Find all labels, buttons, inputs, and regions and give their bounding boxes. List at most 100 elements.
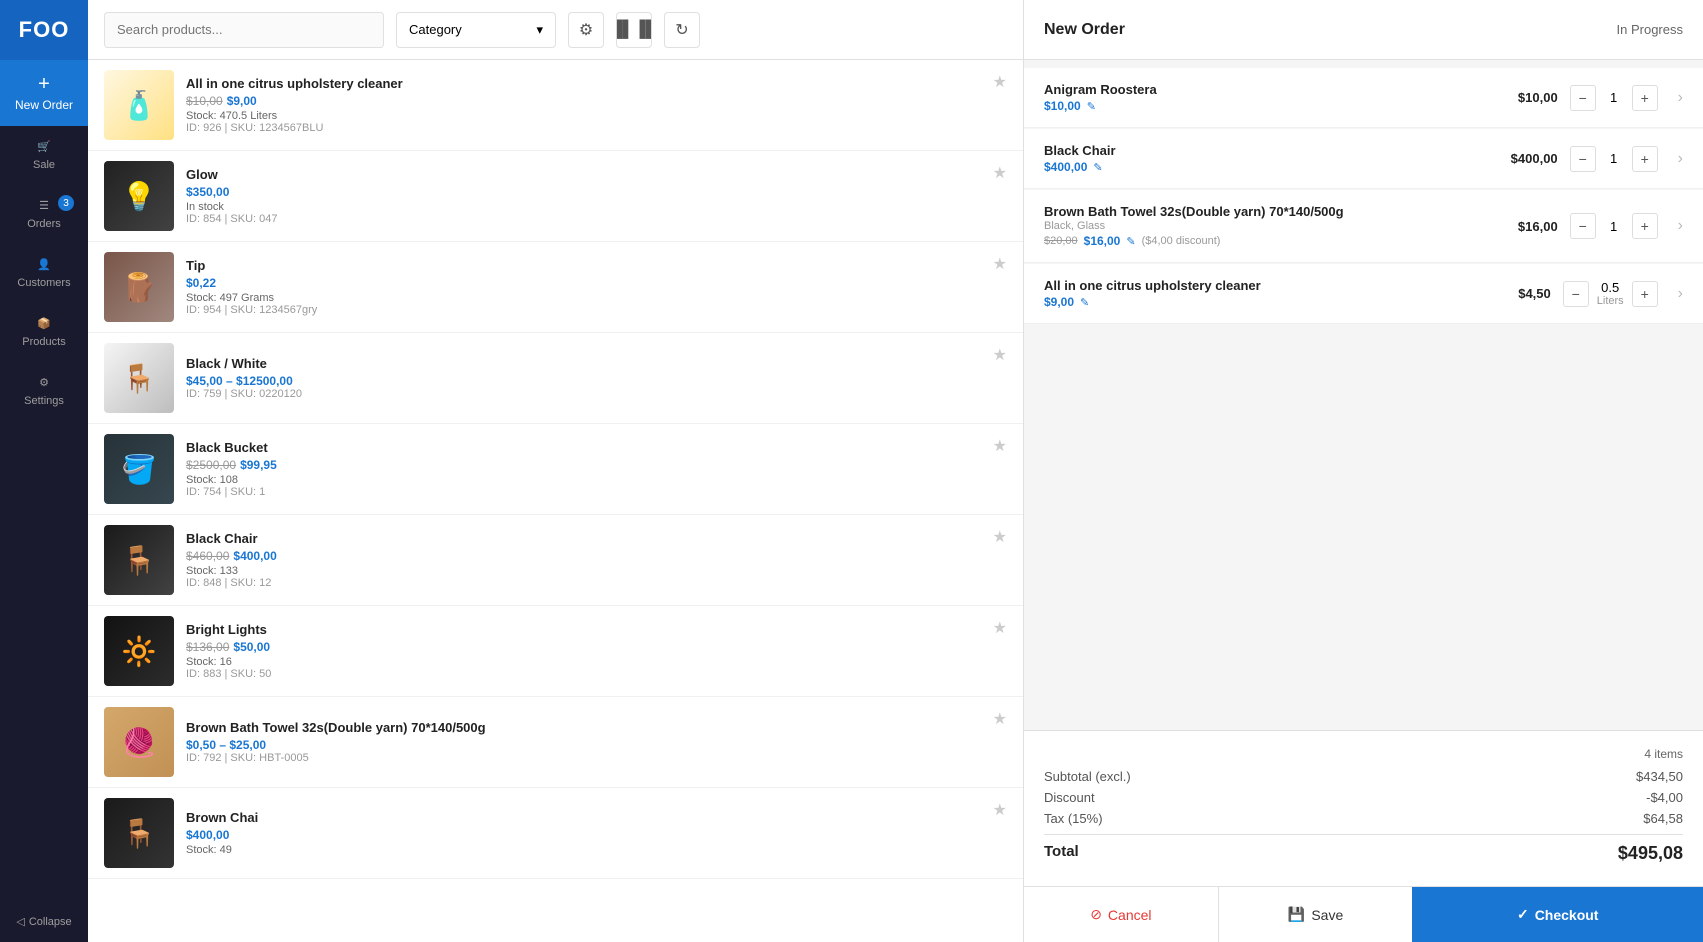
- product-thumbnail: 🪑: [104, 798, 174, 868]
- edit-price-icon[interactable]: ✎: [1093, 161, 1102, 174]
- product-name: Black Chair: [186, 531, 1007, 546]
- product-price-old: $460,00: [186, 549, 229, 563]
- product-price-new: $45,00 – $12500,00: [186, 374, 293, 388]
- order-items: Anigram Roostera$10,00✎$10,00−1+›Black C…: [1024, 60, 1703, 730]
- product-favorite-icon[interactable]: ★: [993, 618, 1007, 638]
- qty-increase-button[interactable]: +: [1632, 85, 1658, 111]
- product-thumbnail: 🪣: [104, 434, 174, 504]
- product-info: Brown Chai$400,00Stock: 49: [186, 810, 1007, 856]
- subtotal-value: $434,50: [1636, 769, 1683, 784]
- edit-price-icon[interactable]: ✎: [1080, 296, 1089, 309]
- checkout-button[interactable]: ✓ Checkout: [1412, 887, 1703, 942]
- product-price: $45,00 – $12500,00: [186, 373, 1007, 388]
- product-id-sku: ID: 883 | SKU: 50: [186, 668, 1007, 680]
- qty-increase-button[interactable]: +: [1632, 281, 1658, 307]
- qty-decrease-button[interactable]: −: [1563, 281, 1589, 307]
- order-footer: ⊘ Cancel 💾 Save ✓ Checkout: [1024, 886, 1703, 942]
- product-info: Black / White$45,00 – $12500,00ID: 759 |…: [186, 356, 1007, 400]
- product-favorite-icon[interactable]: ★: [993, 527, 1007, 547]
- save-button[interactable]: 💾 Save: [1219, 887, 1413, 942]
- product-info: All in one citrus upholstery cleaner$10,…: [186, 76, 1007, 134]
- category-select[interactable]: Category ▾: [396, 12, 556, 48]
- product-favorite-icon[interactable]: ★: [993, 709, 1007, 729]
- qty-decrease-button[interactable]: −: [1570, 85, 1596, 111]
- order-item-expand-icon[interactable]: ›: [1678, 285, 1683, 303]
- barcode-icon: ▐▌▐▌: [611, 21, 656, 39]
- search-input[interactable]: [104, 12, 384, 48]
- product-price-new: $50,00: [233, 640, 270, 654]
- product-item[interactable]: 🪑 Brown Chai$400,00Stock: 49★: [88, 788, 1023, 879]
- new-order-button[interactable]: + New Order: [0, 60, 88, 126]
- sidebar-label-products: Products: [22, 336, 65, 348]
- product-price-new: $400,00: [186, 828, 229, 842]
- product-item[interactable]: 🧴All in one citrus upholstery cleaner$10…: [88, 60, 1023, 151]
- refresh-button[interactable]: ↻: [664, 12, 700, 48]
- product-favorite-icon[interactable]: ★: [993, 800, 1007, 820]
- order-item-expand-icon[interactable]: ›: [1678, 89, 1683, 107]
- edit-price-icon[interactable]: ✎: [1126, 235, 1135, 248]
- product-item[interactable]: 🪣Black Bucket$2500,00$99,95Stock: 108ID:…: [88, 424, 1023, 515]
- product-favorite-icon[interactable]: ★: [993, 163, 1007, 183]
- product-price: $0,22: [186, 275, 1007, 290]
- product-favorite-icon[interactable]: ★: [993, 436, 1007, 456]
- subtotal-row: Subtotal (excl.) $434,50: [1044, 769, 1683, 784]
- sidebar-item-products[interactable]: 📦 Products: [0, 303, 88, 362]
- order-item-total: $400,00: [1488, 151, 1558, 166]
- filter-button[interactable]: ⚙: [568, 12, 604, 48]
- product-stock: In stock: [186, 201, 1007, 213]
- qty-control: −1+: [1570, 85, 1658, 111]
- qty-value: 1: [1604, 219, 1624, 234]
- product-info: Black Bucket$2500,00$99,95Stock: 108ID: …: [186, 440, 1007, 498]
- edit-price-icon[interactable]: ✎: [1087, 100, 1096, 113]
- qty-decrease-button[interactable]: −: [1570, 146, 1596, 172]
- product-name: Brown Bath Towel 32s(Double yarn) 70*140…: [186, 720, 1007, 735]
- sidebar-item-sale[interactable]: 🛒 Sale: [0, 126, 88, 185]
- collapse-button[interactable]: ◁ Collapse: [16, 901, 71, 942]
- product-id-sku: ID: 792 | SKU: HBT-0005: [186, 752, 1007, 764]
- qty-decrease-button[interactable]: −: [1570, 213, 1596, 239]
- orders-icon: ☰: [39, 199, 49, 212]
- order-item-price-line: $20,00$16,00✎($4,00 discount): [1044, 234, 1476, 248]
- product-favorite-icon[interactable]: ★: [993, 72, 1007, 92]
- subtotal-label: Subtotal (excl.): [1044, 769, 1131, 784]
- product-item[interactable]: 🪵Tip$0,22Stock: 497 GramsID: 954 | SKU: …: [88, 242, 1023, 333]
- app-logo: FOO: [0, 0, 88, 60]
- qty-value: 0.5Liters: [1597, 280, 1624, 307]
- order-panel-status: In Progress: [1617, 22, 1683, 37]
- topbar: Category ▾ ⚙ ▐▌▐▌ ↻: [88, 0, 1023, 60]
- product-thumbnail: 🧶: [104, 707, 174, 777]
- order-item-expand-icon[interactable]: ›: [1678, 217, 1683, 235]
- product-item[interactable]: 💡Glow$350,00In stockID: 854 | SKU: 047★: [88, 151, 1023, 242]
- order-panel-title: New Order: [1044, 21, 1125, 39]
- product-favorite-icon[interactable]: ★: [993, 254, 1007, 274]
- product-item[interactable]: 🔆Bright Lights$136,00$50,00Stock: 16ID: …: [88, 606, 1023, 697]
- order-item: All in one citrus upholstery cleaner$9,0…: [1024, 264, 1703, 324]
- product-price: $2500,00$99,95: [186, 457, 1007, 472]
- order-item-expand-icon[interactable]: ›: [1678, 150, 1683, 168]
- sidebar-item-settings[interactable]: ⚙ Settings: [0, 362, 88, 421]
- product-price-old: $136,00: [186, 640, 229, 654]
- barcode-button[interactable]: ▐▌▐▌: [616, 12, 652, 48]
- product-item[interactable]: 🪑Black / White$45,00 – $12500,00ID: 759 …: [88, 333, 1023, 424]
- product-item[interactable]: 🧶 Brown Bath Towel 32s(Double yarn) 70*14…: [88, 697, 1023, 788]
- total-label: Total: [1044, 843, 1079, 864]
- product-price-old: $2500,00: [186, 458, 236, 472]
- product-thumbnail: 💡: [104, 161, 174, 231]
- qty-control: −0.5Liters +: [1563, 280, 1658, 307]
- product-favorite-icon[interactable]: ★: [993, 345, 1007, 365]
- product-price: $0,50 – $25,00: [186, 737, 1007, 752]
- order-item-info: Anigram Roostera$10,00✎: [1044, 82, 1476, 113]
- qty-control: −1+: [1570, 146, 1658, 172]
- tax-value: $64,58: [1643, 811, 1683, 826]
- qty-increase-button[interactable]: +: [1632, 213, 1658, 239]
- sidebar-item-orders[interactable]: ☰ Orders 3: [0, 185, 88, 244]
- cancel-button[interactable]: ⊘ Cancel: [1024, 887, 1219, 942]
- product-item[interactable]: 🪑Black Chair$460,00$400,00Stock: 133ID: …: [88, 515, 1023, 606]
- product-price-new: $350,00: [186, 185, 229, 199]
- product-id-sku: ID: 954 | SKU: 1234567gry: [186, 304, 1007, 316]
- orders-badge: 3: [58, 195, 74, 211]
- order-item-total: $16,00: [1488, 219, 1558, 234]
- qty-increase-button[interactable]: +: [1632, 146, 1658, 172]
- sidebar-item-customers[interactable]: 👤 Customers: [0, 244, 88, 303]
- product-info: Tip$0,22Stock: 497 GramsID: 954 | SKU: 1…: [186, 258, 1007, 316]
